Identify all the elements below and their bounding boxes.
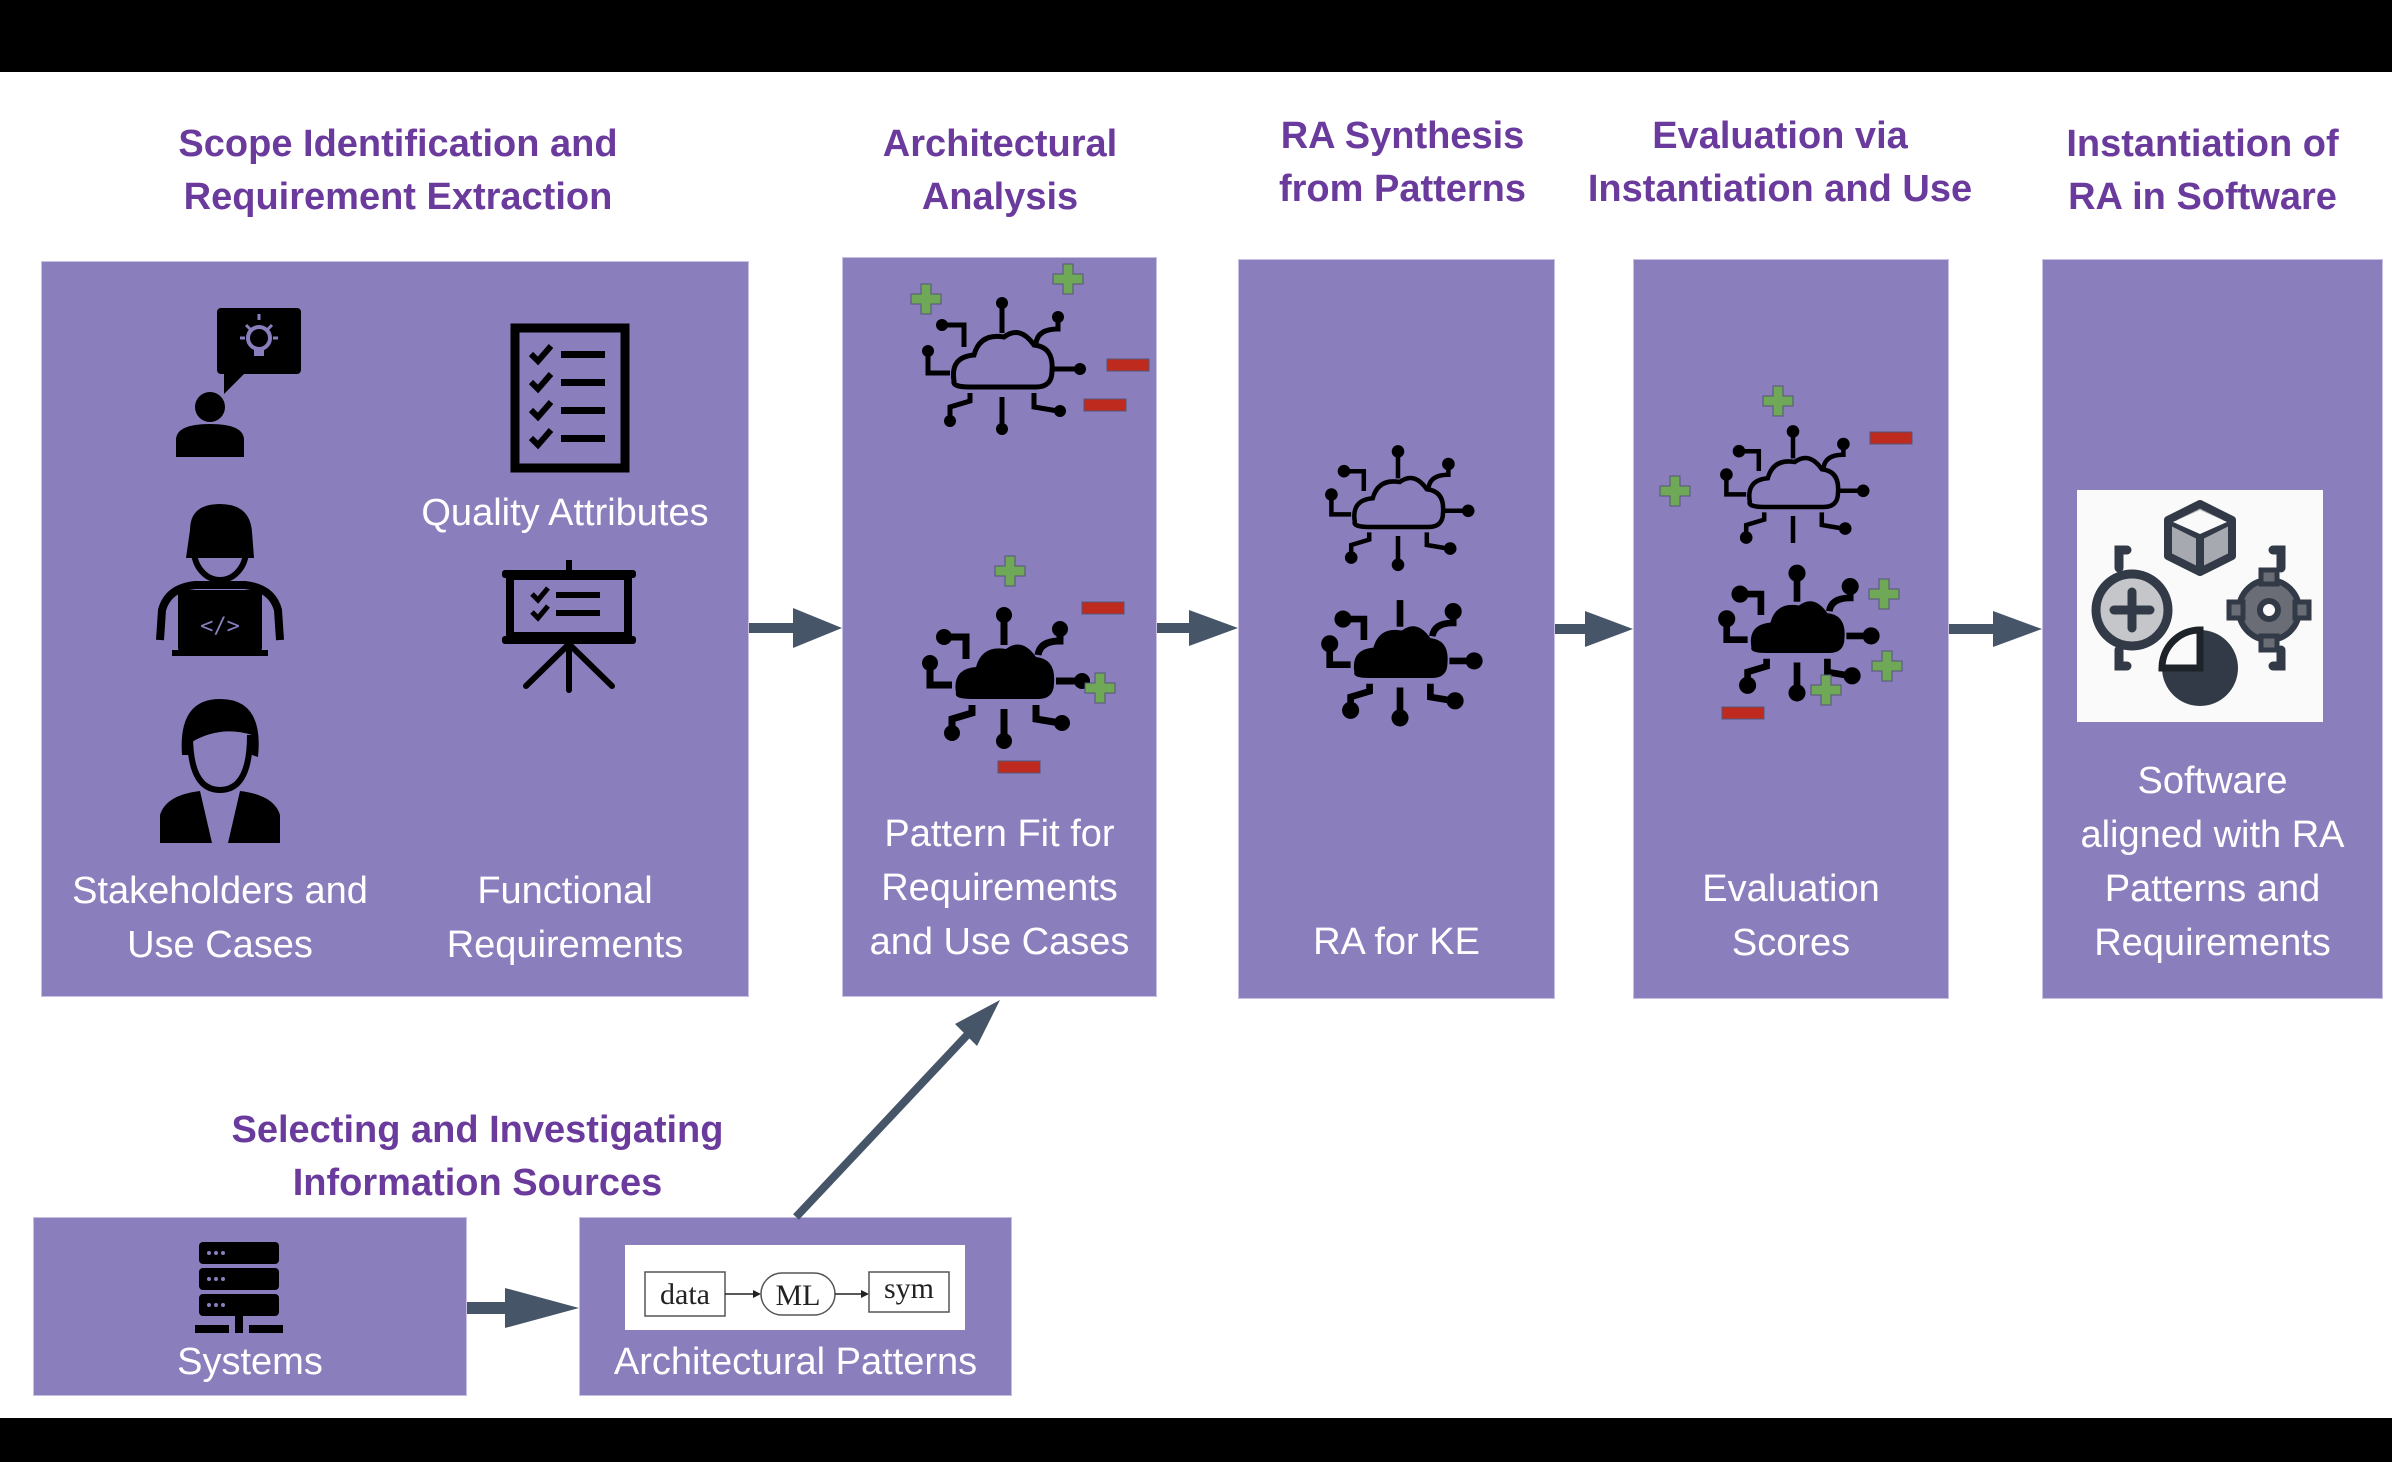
heading-line: RA Synthesis bbox=[1280, 115, 1525, 157]
ra-for-ke-label: RA for KE bbox=[1238, 915, 1555, 969]
stage-3-heading: RA Synthesis from Patterns bbox=[1225, 110, 1580, 216]
heading-line: Information Sources bbox=[292, 1162, 663, 1204]
flow-label-ml: ML bbox=[776, 1279, 821, 1312]
stakeholder-woman-icon bbox=[160, 699, 280, 843]
arrow-evaluation-to-instantiation bbox=[1949, 611, 2042, 647]
heading-line: RA in Software bbox=[2068, 176, 2337, 218]
cloud-network-stack-icon bbox=[1321, 445, 1483, 727]
stakeholder-idea-icon bbox=[176, 308, 301, 457]
arrow-analysis-to-synthesis bbox=[1157, 610, 1238, 646]
heading-line: Architectural bbox=[882, 123, 1118, 165]
server-rack-icon bbox=[195, 1242, 283, 1333]
stakeholders-label: Stakeholders and Use Cases bbox=[50, 864, 390, 972]
systems-label: Systems bbox=[33, 1335, 467, 1389]
label-line: and Use Cases bbox=[869, 921, 1130, 963]
label-line: Systems bbox=[177, 1341, 323, 1383]
stage-1-heading: Scope Identification and Requirement Ext… bbox=[100, 118, 696, 224]
arrow-patterns-to-analysis bbox=[793, 1000, 1000, 1220]
stage-5-heading: Instantiation of RA in Software bbox=[2040, 118, 2365, 224]
developer-laptop-icon: </> bbox=[156, 504, 284, 656]
arrow-systems-to-patterns bbox=[467, 1288, 579, 1328]
label-line: Requirements bbox=[2094, 922, 2331, 964]
sources-heading: Selecting and Investigating Information … bbox=[180, 1104, 775, 1210]
label-line: Software bbox=[2137, 760, 2288, 802]
stage-4-heading: Evaluation via Instantiation and Use bbox=[1570, 110, 1990, 216]
software-components-icon bbox=[2091, 500, 2312, 706]
software-aligned-label: Software aligned with RA Patterns and Re… bbox=[2042, 754, 2383, 970]
presentation-board-icon bbox=[502, 560, 636, 693]
pattern-flow-diagram: data ML sym bbox=[644, 1271, 950, 1317]
architectural-patterns-label: Architectural Patterns bbox=[579, 1335, 1012, 1389]
arrow-synthesis-to-evaluation bbox=[1555, 611, 1633, 647]
pattern-fit-label: Pattern Fit for Requirements and Use Cas… bbox=[842, 807, 1157, 969]
label-line: Pattern Fit for bbox=[884, 813, 1115, 855]
label-line: Scores bbox=[1731, 922, 1851, 964]
flow-label-data: data bbox=[660, 1278, 710, 1311]
heading-line: Scope Identification and bbox=[178, 123, 618, 165]
flow-label-sym: sym bbox=[884, 1272, 934, 1305]
heading-line: from Patterns bbox=[1278, 168, 1527, 210]
arrow-scope-to-analysis bbox=[749, 608, 842, 648]
heading-line: Evaluation via bbox=[1652, 115, 1908, 157]
label-line: Architectural Patterns bbox=[613, 1341, 978, 1383]
top-letterbox-bar bbox=[0, 0, 2392, 72]
label-line: Use Cases bbox=[127, 924, 313, 966]
label-line: Functional bbox=[477, 870, 653, 912]
label-line: Stakeholders and bbox=[72, 870, 368, 912]
quality-attributes-label: Quality Attributes bbox=[395, 486, 735, 540]
quality-checklist-icon bbox=[510, 323, 630, 473]
label-line: Requirements bbox=[881, 867, 1118, 909]
heading-line: Requirement Extraction bbox=[183, 176, 613, 218]
heading-line: Instantiation of bbox=[2066, 123, 2339, 165]
label-line: aligned with RA bbox=[2080, 814, 2345, 856]
heading-line: Analysis bbox=[921, 176, 1079, 218]
evaluation-scores-label: Evaluation Scores bbox=[1633, 862, 1949, 970]
cloud-network-evaluation-icon bbox=[910, 263, 1150, 774]
stage-2-heading: Architectural Analysis bbox=[830, 118, 1170, 224]
functional-requirements-label: Functional Requirements bbox=[400, 864, 730, 972]
label-line: RA for KE bbox=[1313, 921, 1480, 963]
label-line: Requirements bbox=[446, 924, 684, 966]
heading-line: Selecting and Investigating bbox=[231, 1109, 724, 1151]
heading-line: Instantiation and Use bbox=[1587, 168, 1973, 210]
label-line: Patterns and bbox=[2104, 868, 2321, 910]
bottom-letterbox-bar bbox=[0, 1418, 2392, 1462]
label-line: Quality Attributes bbox=[421, 492, 709, 534]
cloud-network-scored-icon bbox=[1659, 385, 1913, 720]
svg-text:</>: </> bbox=[200, 614, 240, 639]
label-line: Evaluation bbox=[1702, 868, 1880, 910]
